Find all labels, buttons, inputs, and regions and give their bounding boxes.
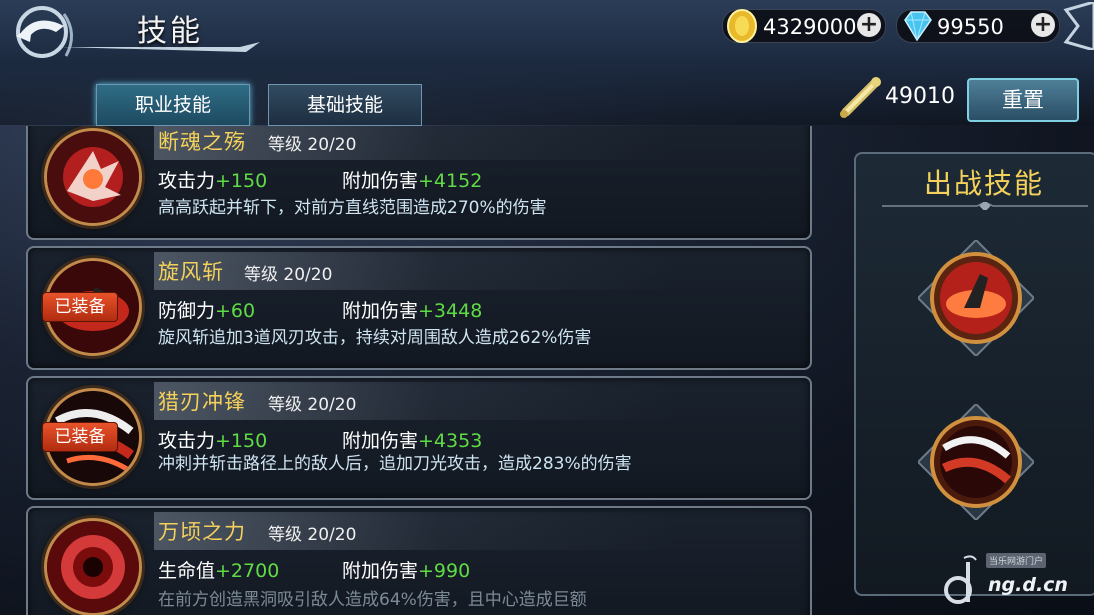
- add-gold-button[interactable]: +: [857, 13, 881, 37]
- skill-description: 在前方创造黑洞吸引敌人造成64%伤害，且中心造成巨额: [158, 590, 587, 610]
- diamond-icon: [904, 11, 932, 42]
- scroll-icon: [840, 77, 881, 118]
- battle-slot-2[interactable]: [916, 402, 1036, 522]
- watermark-text: ng.d.cn: [988, 574, 1068, 596]
- skill-level: 等级 20/20: [244, 265, 333, 285]
- black-hole-icon: [47, 521, 139, 613]
- stat-primary: 攻击力+150: [158, 170, 268, 192]
- blade-dash-icon: [916, 402, 1036, 522]
- gold-coin-icon: [727, 9, 757, 43]
- skill-description: 旋风斩追加3道风刃攻击，持续对周围敌人造成262%伤害: [158, 328, 592, 348]
- skill-card-wanqing[interactable]: 万顷之力 等级 20/20 生命值+2700 附加伤害+990 在前方创造黑洞吸…: [26, 506, 812, 615]
- gem-value: 99550: [937, 15, 1004, 39]
- skill-level: 等级 20/20: [268, 135, 357, 155]
- gem-counter: 99550 +: [896, 9, 1060, 43]
- skill-card-duanhun[interactable]: 断魂之殇 等级 20/20 攻击力+150 附加伤害+4152 高高跃起并斩下，…: [26, 126, 812, 240]
- back-arrow-icon: [16, 6, 73, 58]
- corner-ornament-icon: [1063, 2, 1094, 50]
- skill-name: 猎刃冲锋: [158, 390, 246, 414]
- reset-button[interactable]: 重置: [967, 78, 1079, 122]
- battle-skills-panel: 出战技能: [854, 152, 1094, 596]
- gold-value: 4329000: [763, 15, 857, 39]
- skill-icon-duanhun: [44, 128, 142, 226]
- skill-description: 高高跃起并斩下，对前方直线范围造成270%的伤害: [158, 198, 547, 218]
- battle-skills-title: 出战技能: [923, 167, 1044, 200]
- tab-basic-skills[interactable]: 基础技能: [268, 84, 422, 126]
- skill-name: 旋风斩: [158, 260, 224, 284]
- whirlwind-icon: [916, 238, 1036, 358]
- skill-points-value: 49010: [885, 84, 955, 109]
- skill-icon-wanqing: [44, 518, 142, 615]
- gold-counter: 4329000 +: [722, 9, 886, 43]
- stat-bonus-damage: 附加伤害+3448: [342, 300, 483, 322]
- skill-card-xuanfeng[interactable]: 已装备 旋风斩 等级 20/20 防御力+60 附加伤害+3448 旋风斩追加3…: [26, 246, 812, 370]
- equipped-badge: 已装备: [42, 422, 118, 452]
- stat-bonus-damage: 附加伤害+990: [342, 560, 471, 582]
- stat-primary: 攻击力+150: [158, 430, 268, 452]
- stat-bonus-damage: 附加伤害+4353: [342, 430, 483, 452]
- name-strip: [154, 252, 674, 290]
- skill-description: 冲刺并斩击路径上的敌人后，追加刀光攻击，造成283%的伤害: [158, 454, 632, 474]
- page-title: 技能: [137, 14, 203, 49]
- skill-name: 断魂之殇: [158, 130, 246, 154]
- stat-primary: 生命值+2700: [158, 560, 280, 582]
- skill-level: 等级 20/20: [268, 525, 357, 545]
- skill-name: 万顷之力: [158, 520, 246, 544]
- battle-slot-1[interactable]: [916, 238, 1036, 358]
- add-gem-button[interactable]: +: [1031, 13, 1055, 37]
- watermark-caption: 当乐网游门户: [986, 553, 1047, 568]
- divider-deco: [882, 202, 1088, 210]
- skill-list[interactable]: 断魂之殇 等级 20/20 攻击力+150 附加伤害+4152 高高跃起并斩下，…: [24, 126, 814, 615]
- tab-class-skills[interactable]: 职业技能: [96, 84, 250, 126]
- slash-burst-icon: [47, 131, 139, 223]
- back-button[interactable]: [6, 4, 86, 66]
- stat-primary: 防御力+60: [158, 300, 256, 322]
- skill-card-lieren[interactable]: 已装备 猎刃冲锋 等级 20/20 攻击力+150 附加伤害+4353 冲刺并斩…: [26, 376, 812, 500]
- equipped-badge: 已装备: [42, 292, 118, 322]
- stat-bonus-damage: 附加伤害+4152: [342, 170, 483, 192]
- skill-level: 等级 20/20: [268, 395, 357, 415]
